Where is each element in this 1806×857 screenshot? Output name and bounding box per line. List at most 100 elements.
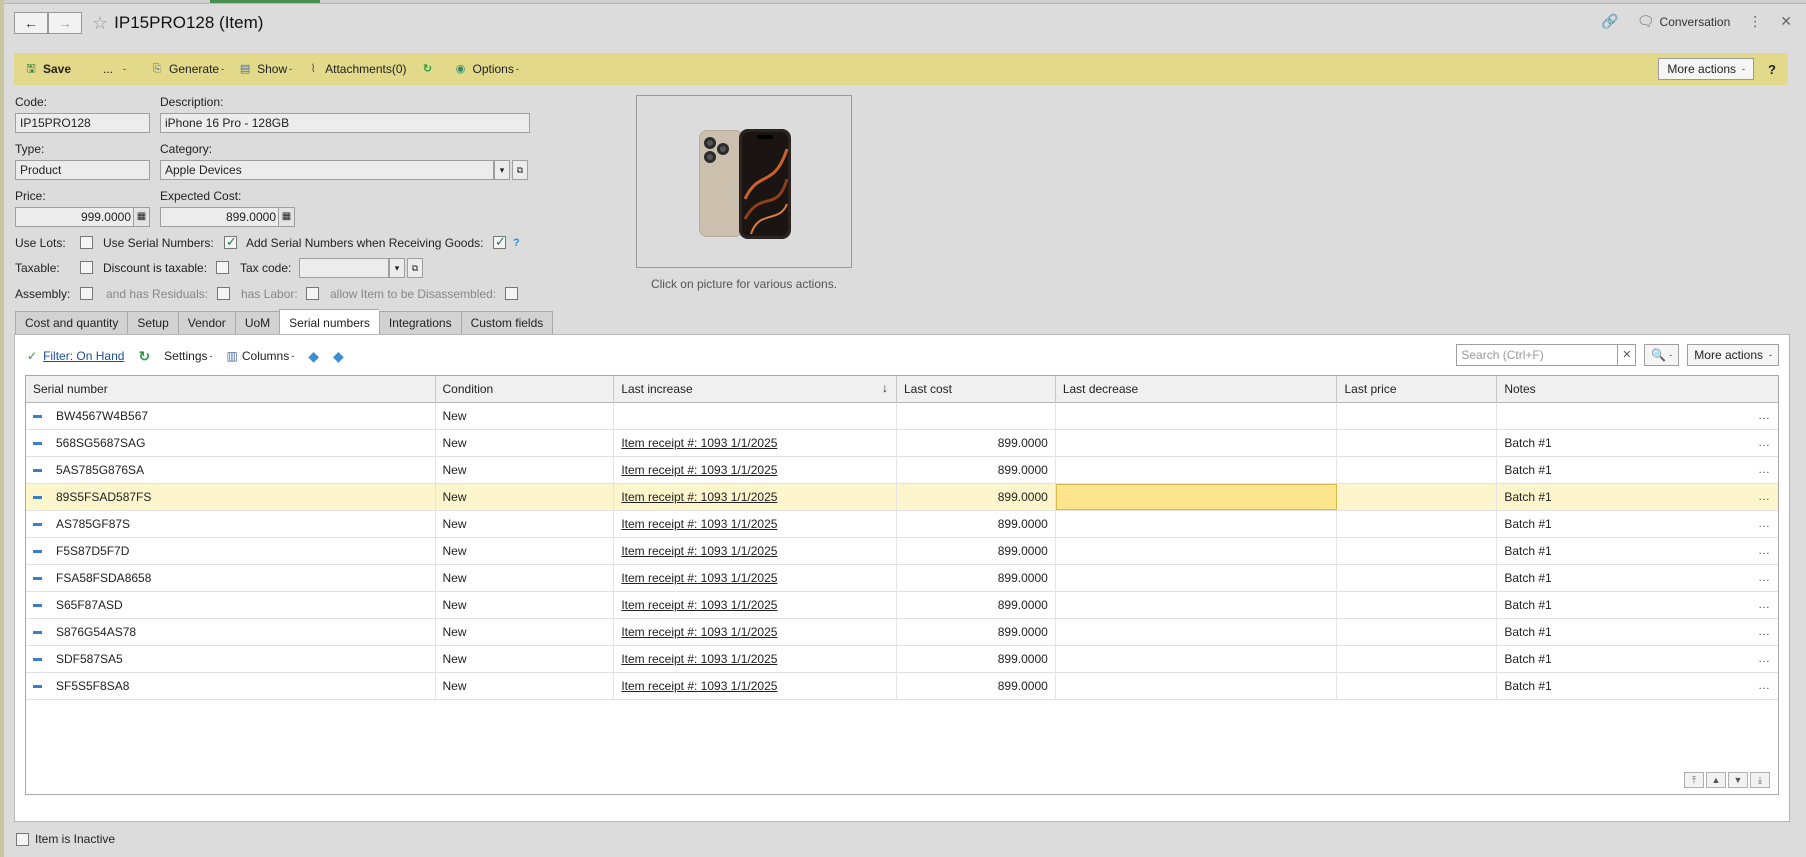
- serial-number-cell[interactable]: SDF587SA5: [26, 646, 436, 672]
- last-cost-cell[interactable]: 899.0000: [897, 457, 1056, 483]
- row-ellipsis-icon[interactable]: …: [1758, 570, 1770, 584]
- last-price-cell[interactable]: [1337, 484, 1498, 510]
- condition-cell[interactable]: New: [436, 619, 615, 645]
- tab-cost-and-quantity[interactable]: Cost and quantity: [15, 311, 128, 335]
- serial-number-cell[interactable]: AS785GF87S: [26, 511, 436, 537]
- last-increase-cell[interactable]: Item receipt #: 1093 1/1/2025: [614, 538, 897, 564]
- column-header-last-decrease[interactable]: Last decrease: [1056, 376, 1338, 403]
- condition-cell[interactable]: New: [436, 673, 615, 699]
- filter-button[interactable]: ✓ Filter: On Hand: [27, 349, 124, 363]
- condition-cell[interactable]: New: [436, 484, 615, 510]
- last-page-icon[interactable]: ⤓: [1750, 772, 1770, 788]
- table-row[interactable]: SF5S5F8SA8 New Item receipt #: 1093 1/1/20…: [26, 673, 1778, 700]
- grid-more-actions-button[interactable]: More actions -: [1687, 344, 1779, 366]
- condition-cell[interactable]: New: [436, 592, 615, 618]
- more-actions-button[interactable]: More actions -: [1658, 58, 1755, 80]
- table-row[interactable]: AS785GF87S New Item receipt #: 1093 1/1/20…: [26, 511, 1778, 538]
- notes-cell[interactable]: …: [1497, 403, 1778, 429]
- last-increase-cell[interactable]: Item receipt #: 1093 1/1/2025: [614, 511, 897, 537]
- table-row[interactable]: S65F87ASD New Item receipt #: 1093 1/1/202…: [26, 592, 1778, 619]
- table-row[interactable]: SDF587SA5 New Item receipt #: 1093 1/1/202…: [26, 646, 1778, 673]
- row-ellipsis-icon[interactable]: …: [1758, 597, 1770, 611]
- table-row[interactable]: FSA58FSDA8658 New Item receipt #: 1093 1/1…: [26, 565, 1778, 592]
- row-ellipsis-icon[interactable]: …: [1758, 651, 1770, 665]
- notes-cell[interactable]: Batch #1…: [1497, 430, 1778, 456]
- tax-code-dropdown-button[interactable]: ▾: [389, 258, 405, 278]
- last-decrease-cell[interactable]: [1056, 457, 1338, 483]
- last-decrease-cell[interactable]: [1056, 619, 1338, 645]
- last-increase-text[interactable]: Item receipt #: 1093 1/1/2025: [621, 490, 777, 504]
- last-cost-cell[interactable]: 899.0000: [897, 484, 1056, 510]
- serial-number-cell[interactable]: S876G54AS78: [26, 619, 436, 645]
- notes-cell[interactable]: Batch #1…: [1497, 592, 1778, 618]
- calculator-icon[interactable]: ▦: [133, 208, 149, 226]
- serial-number-cell[interactable]: F5S87D5F7D: [26, 538, 436, 564]
- grid-refresh-button[interactable]: ↻: [138, 348, 150, 365]
- last-cost-cell[interactable]: [897, 403, 1056, 429]
- row-ellipsis-icon[interactable]: …: [1758, 489, 1770, 503]
- use-lots-checkbox[interactable]: [80, 236, 93, 249]
- labor-checkbox[interactable]: [306, 287, 319, 300]
- last-increase-text[interactable]: Item receipt #: 1093 1/1/2025: [621, 463, 777, 477]
- residuals-checkbox[interactable]: [217, 287, 230, 300]
- tax-code-select[interactable]: [299, 258, 389, 278]
- serial-number-cell[interactable]: SF5S5F8SA8: [26, 673, 436, 699]
- last-decrease-cell[interactable]: [1056, 646, 1338, 672]
- condition-cell[interactable]: New: [436, 511, 615, 537]
- add-serial-checkbox[interactable]: [493, 234, 506, 250]
- save-button[interactable]: 🖫 Save: [24, 62, 71, 76]
- price-field[interactable]: 999.0000 ▦: [15, 207, 150, 227]
- column-header-last-cost[interactable]: Last cost: [897, 376, 1056, 403]
- move-right-icon[interactable]: ◆: [333, 348, 344, 365]
- disassemble-checkbox[interactable]: [505, 287, 518, 300]
- favorite-star-icon[interactable]: ☆: [92, 13, 108, 34]
- row-ellipsis-icon[interactable]: …: [1758, 543, 1770, 557]
- row-ellipsis-icon[interactable]: …: [1758, 516, 1770, 530]
- last-increase-text[interactable]: Item receipt #: 1093 1/1/2025: [621, 436, 777, 450]
- row-ellipsis-icon[interactable]: …: [1758, 408, 1770, 422]
- code-field[interactable]: IP15PRO128: [15, 113, 150, 133]
- last-increase-cell[interactable]: Item receipt #: 1093 1/1/2025: [614, 619, 897, 645]
- last-increase-cell[interactable]: Item receipt #: 1093 1/1/2025: [614, 646, 897, 672]
- last-increase-text[interactable]: Item receipt #: 1093 1/1/2025: [621, 571, 777, 585]
- serial-number-cell[interactable]: S65F87ASD: [26, 592, 436, 618]
- use-serial-checkbox[interactable]: [224, 234, 237, 250]
- last-price-cell[interactable]: [1337, 646, 1498, 672]
- last-price-cell[interactable]: [1337, 565, 1498, 591]
- generate-button[interactable]: ⎘ Generate -: [150, 62, 224, 76]
- column-header-notes[interactable]: Notes: [1497, 376, 1778, 403]
- last-increase-text[interactable]: Item receipt #: 1093 1/1/2025: [621, 652, 777, 666]
- taxable-checkbox[interactable]: [80, 261, 93, 274]
- last-increase-cell[interactable]: Item receipt #: 1093 1/1/2025: [614, 673, 897, 699]
- assembly-checkbox[interactable]: [80, 287, 93, 300]
- next-page-icon[interactable]: ▼: [1728, 772, 1748, 788]
- more-dots-button[interactable]: ... -: [103, 62, 126, 76]
- search-button[interactable]: 🔍 -: [1644, 344, 1680, 366]
- discount-taxable-checkbox[interactable]: [216, 261, 229, 274]
- kebab-menu-icon[interactable]: ⋮: [1748, 13, 1762, 30]
- serial-number-cell[interactable]: 89S5FSAD587FS: [26, 484, 436, 510]
- last-cost-cell[interactable]: 899.0000: [897, 430, 1056, 456]
- last-decrease-cell[interactable]: [1055, 484, 1338, 510]
- close-icon[interactable]: ✕: [1780, 13, 1792, 30]
- forward-button[interactable]: →: [48, 12, 82, 34]
- last-increase-text[interactable]: Item receipt #: 1093 1/1/2025: [621, 544, 777, 558]
- last-decrease-cell[interactable]: [1056, 511, 1338, 537]
- options-button[interactable]: ◉ Options -: [454, 62, 519, 76]
- condition-cell[interactable]: New: [436, 457, 615, 483]
- table-row[interactable]: S876G54AS78 New Item receipt #: 1093 1/1/2…: [26, 619, 1778, 646]
- tax-code-open-button[interactable]: ⧉: [407, 258, 423, 278]
- notes-cell[interactable]: Batch #1…: [1497, 457, 1778, 483]
- item-picture[interactable]: [636, 95, 852, 268]
- row-ellipsis-icon[interactable]: …: [1758, 624, 1770, 638]
- last-cost-cell[interactable]: 899.0000: [897, 592, 1056, 618]
- refresh-button[interactable]: ↻: [421, 62, 440, 76]
- grid-search-input[interactable]: Search (Ctrl+F) ✕: [1456, 344, 1637, 366]
- back-button[interactable]: ←: [14, 12, 48, 34]
- last-price-cell[interactable]: [1337, 538, 1498, 564]
- row-ellipsis-icon[interactable]: …: [1758, 678, 1770, 692]
- last-decrease-cell[interactable]: [1056, 565, 1338, 591]
- prev-page-icon[interactable]: ▲: [1706, 772, 1726, 788]
- last-price-cell[interactable]: [1337, 673, 1498, 699]
- row-ellipsis-icon[interactable]: …: [1758, 435, 1770, 449]
